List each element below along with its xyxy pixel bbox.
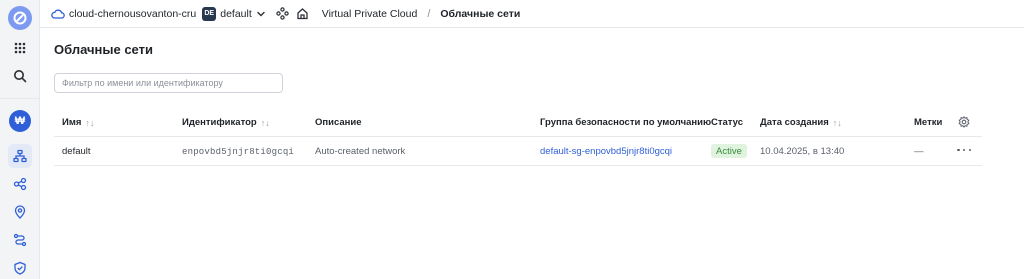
column-header-created-label: Дата создания [760,117,829,128]
column-header-status-label: Статус [711,117,744,128]
column-header-name[interactable]: Имя ↑↓ [62,117,94,128]
column-header-description: Описание [315,117,362,128]
column-header-status: Статус [711,117,743,128]
routing-tables-icon[interactable] [8,228,32,252]
column-header-id-label: Идентификатор [182,117,257,128]
rail-divider [0,98,40,99]
table-header-divider [54,136,982,137]
services-hub-icon[interactable] [276,7,290,21]
cell-id: enpovbd5jnjr8ti0gcqi [182,147,295,157]
all-services-icon[interactable] [8,36,32,60]
ip-addresses-icon[interactable] [8,200,32,224]
cell-created: 10.04.2025, в 13:40 [760,146,845,157]
sort-icon[interactable]: ↑↓ [833,118,842,128]
column-header-labels: Метки [914,117,942,128]
cell-name[interactable]: default [62,146,91,157]
subnets-icon[interactable] [8,172,32,196]
top-bar: cloud-chernousovanton-cru DE default Vir… [40,0,1024,28]
vpc-service-icon[interactable]: ₩ [9,110,31,132]
sort-icon[interactable]: ↑↓ [85,118,94,128]
search-icon[interactable] [8,64,32,88]
breadcrumb-current: Облачные сети [440,7,521,20]
column-header-created[interactable]: Дата создания ↑↓ [760,117,842,128]
table-row-divider [54,165,982,166]
sort-icon[interactable]: ↑↓ [261,118,270,128]
breadcrumb-separator: / [427,7,431,20]
page-title: Облачные сети [54,42,153,57]
chevron-down-icon[interactable] [256,8,268,20]
home-icon[interactable] [296,7,310,21]
column-header-id[interactable]: Идентификатор ↑↓ [182,117,270,128]
status-badge: Active [711,144,747,158]
app-logo-icon[interactable] [8,6,32,30]
cloud-icon [51,7,65,21]
cell-labels: — [914,146,924,157]
column-header-security-group-label: Группа безопасности по умолчанию [540,117,712,128]
column-header-security-group: Группа безопасности по умолчанию [540,117,711,128]
cloud-networks-icon[interactable] [8,144,32,168]
breadcrumb-service-link[interactable]: Virtual Private Cloud [322,8,418,20]
column-header-labels-label: Метки [914,117,943,128]
cell-description: Auto-created network [315,146,406,157]
column-header-description-label: Описание [315,117,362,128]
left-rail: ₩ [0,0,40,279]
column-header-name-label: Имя [62,117,82,128]
row-actions-more-icon[interactable] [957,145,971,155]
folder-badge: DE [202,6,217,21]
filter-input[interactable] [54,73,283,93]
folder-name-link[interactable]: default [220,8,252,20]
cloud-name-link[interactable]: cloud-chernousovanton-cru [69,8,196,20]
cell-security-group-link[interactable]: default-sg-enpovbd5jnjr8ti0gcqi [540,146,672,157]
table-settings-gear-icon[interactable] [958,116,970,128]
security-groups-icon[interactable] [8,256,32,279]
